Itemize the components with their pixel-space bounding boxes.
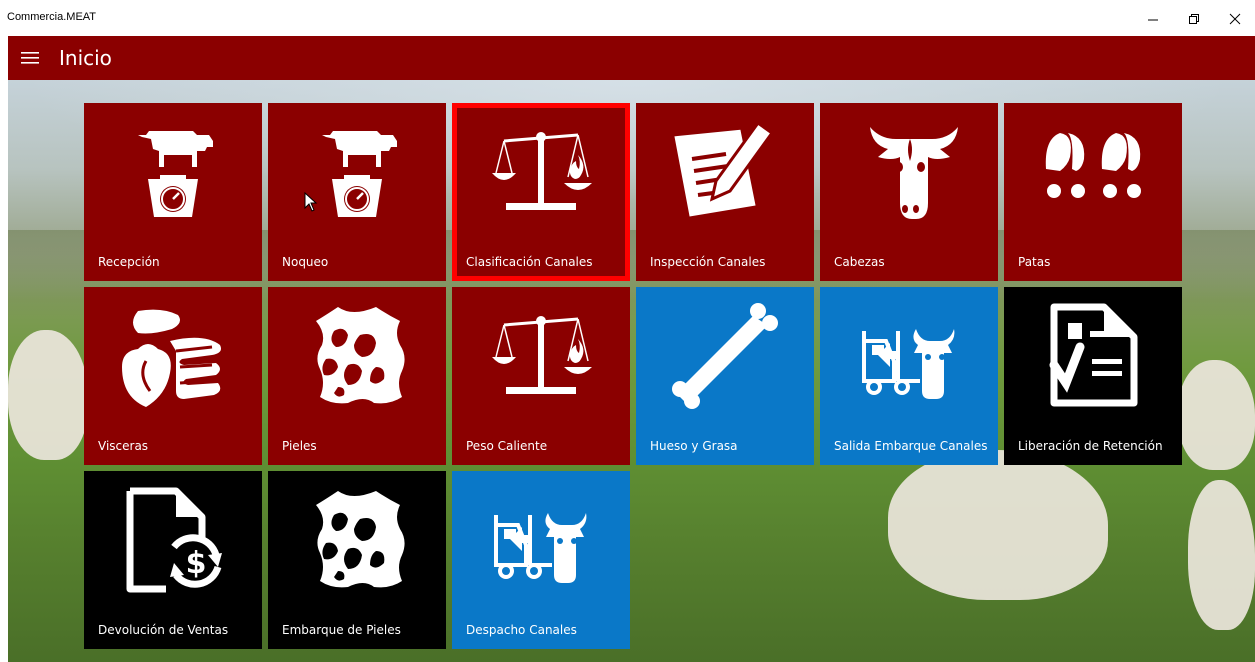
viscera-icon xyxy=(118,301,228,411)
tile-label: Salida Embarque Canales xyxy=(834,439,988,453)
hoof-prints-icon xyxy=(1038,117,1148,227)
mouse-cursor-icon xyxy=(304,192,318,212)
tile-label: Devolución de Ventas xyxy=(98,623,229,637)
menu-button[interactable] xyxy=(8,36,52,80)
app-title: Commercia.MEAT xyxy=(7,11,97,23)
cow-on-scale-icon xyxy=(302,117,412,227)
tile-label: Peso Caliente xyxy=(466,439,548,453)
tile-label: Visceras xyxy=(98,439,149,453)
tile-salida-embarque-canales[interactable]: Salida Embarque Canales xyxy=(820,287,998,465)
tile-label: Despacho Canales xyxy=(466,623,577,637)
background-cow xyxy=(888,450,1108,600)
tile-label: Embarque de Pieles xyxy=(282,623,401,637)
cow-head-icon xyxy=(854,117,964,227)
minimize-button[interactable] xyxy=(1135,8,1171,30)
hide-icon xyxy=(302,485,412,595)
tile-visceras[interactable]: Visceras xyxy=(84,287,262,465)
hamburger-icon xyxy=(21,52,39,64)
background-cow xyxy=(1178,360,1255,470)
restore-icon xyxy=(1189,14,1199,24)
tile-patas[interactable]: Patas xyxy=(1004,103,1182,281)
close-button[interactable] xyxy=(1217,8,1253,30)
tile-embarque-de-pieles[interactable]: Embarque de Pieles xyxy=(268,471,446,649)
tile-label: Cabezas xyxy=(834,255,885,269)
page-title: Inicio xyxy=(59,46,112,70)
tile-devolucion-de-ventas[interactable]: $ Devolución de Ventas xyxy=(84,471,262,649)
tile-despacho-canales[interactable]: Despacho Canales xyxy=(452,471,630,649)
restore-button[interactable] xyxy=(1176,8,1212,30)
tile-noqueo[interactable]: Noqueo xyxy=(268,103,446,281)
tile-peso-caliente[interactable]: Peso Caliente xyxy=(452,287,630,465)
balance-scale-fire-icon xyxy=(486,117,596,227)
tile-label: Clasificación Canales xyxy=(466,255,593,269)
document-pencil-icon xyxy=(670,117,780,227)
tile-label: Patas xyxy=(1018,255,1051,269)
svg-text:$: $ xyxy=(186,546,207,581)
tile-clasificacion-canales[interactable]: Clasificación Canales xyxy=(452,103,630,281)
tile-label: Hueso y Grasa xyxy=(650,439,738,453)
tile-hueso-y-grasa[interactable]: Hueso y Grasa xyxy=(636,287,814,465)
background-cow xyxy=(1188,480,1255,630)
tile-inspeccion-canales[interactable]: Inspección Canales xyxy=(636,103,814,281)
app-header: Inicio xyxy=(8,36,1255,80)
forklift-cow-icon xyxy=(486,485,596,595)
bone-icon xyxy=(670,301,780,411)
hide-icon xyxy=(302,301,412,411)
tile-pieles[interactable]: Pieles xyxy=(268,287,446,465)
tile-label: Noqueo xyxy=(282,255,329,269)
close-icon xyxy=(1229,13,1241,25)
tile-label: Recepción xyxy=(98,255,160,269)
tile-label: Inspección Canales xyxy=(650,255,766,269)
window-titlebar: Commercia.MEAT xyxy=(0,0,1255,36)
checklist-document-icon xyxy=(1038,301,1148,411)
document-refund-icon: $ xyxy=(118,485,228,595)
tile-label: Pieles xyxy=(282,439,317,453)
cow-on-scale-icon xyxy=(118,117,228,227)
tile-label: Liberación de Retención xyxy=(1018,439,1163,453)
forklift-cow-icon xyxy=(854,301,964,411)
tile-liberacion-de-retencion[interactable]: Liberación de Retención xyxy=(1004,287,1182,465)
background-cow xyxy=(8,330,88,460)
tile-recepcion[interactable]: Recepción xyxy=(84,103,262,281)
balance-scale-fire-icon xyxy=(486,301,596,411)
tile-cabezas[interactable]: Cabezas xyxy=(820,103,998,281)
minimize-icon xyxy=(1148,19,1158,21)
